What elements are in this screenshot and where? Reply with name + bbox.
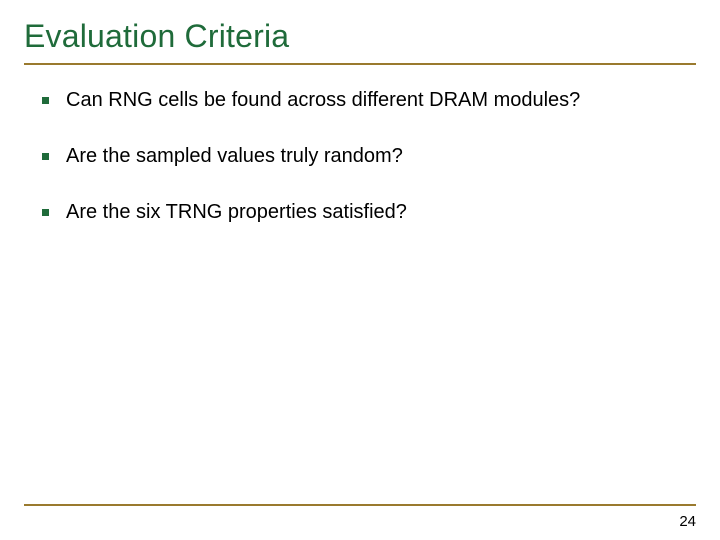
list-item: Can RNG cells be found across different … — [42, 87, 696, 113]
slide: Evaluation Criteria Can RNG cells be fou… — [0, 0, 720, 540]
bullet-list: Can RNG cells be found across different … — [24, 87, 696, 225]
page-number: 24 — [679, 513, 696, 530]
page-title: Evaluation Criteria — [24, 18, 696, 55]
title-divider — [24, 63, 696, 65]
list-item: Are the six TRNG properties satisfied? — [42, 199, 696, 225]
list-item: Are the sampled values truly random? — [42, 143, 696, 169]
footer-divider — [24, 504, 696, 506]
